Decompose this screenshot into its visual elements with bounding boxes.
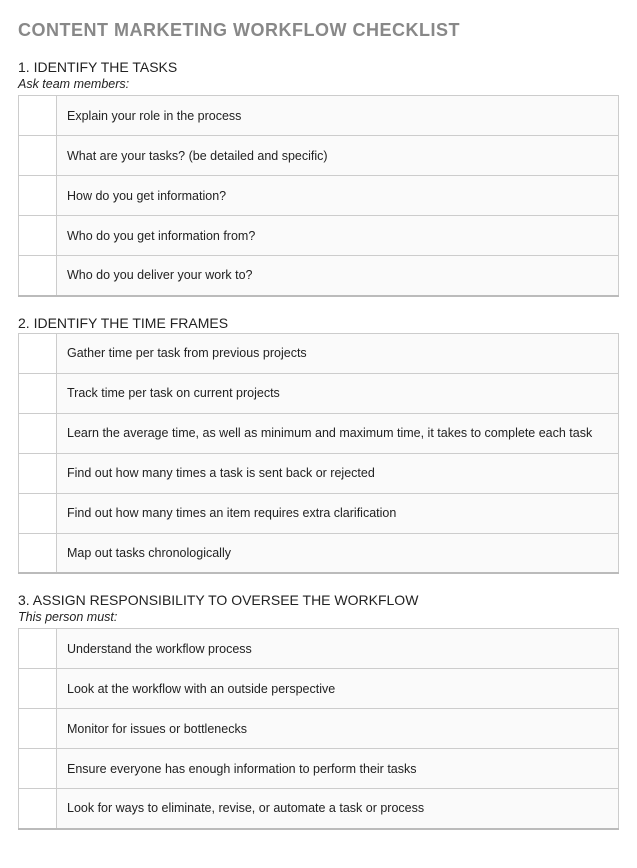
table-row: How do you get information? [19,176,619,216]
checkbox-cell[interactable] [19,533,57,573]
checklist-table: Gather time per task from previous proje… [18,333,619,575]
table-row: Explain your role in the process [19,96,619,136]
table-row: Look for ways to eliminate, revise, or a… [19,789,619,829]
checklist-item-text: Explain your role in the process [57,96,619,136]
section-heading: 1. IDENTIFY THE TASKS [18,59,619,75]
table-row: Learn the average time, as well as minim… [19,413,619,453]
checklist-item-text: Who do you get information from? [57,216,619,256]
table-row: Look at the workflow with an outside per… [19,669,619,709]
section: 3. ASSIGN RESPONSIBILITY TO OVERSEE THE … [18,592,619,830]
checklist-table: Understand the workflow processLook at t… [18,628,619,830]
checkbox-cell[interactable] [19,749,57,789]
checkbox-cell[interactable] [19,96,57,136]
checkbox-cell[interactable] [19,789,57,829]
checkbox-cell[interactable] [19,136,57,176]
table-row: What are your tasks? (be detailed and sp… [19,136,619,176]
checkbox-cell[interactable] [19,256,57,296]
checklist-item-text: Understand the workflow process [57,629,619,669]
section-heading: 2. IDENTIFY THE TIME FRAMES [18,315,619,331]
checklist-item-text: What are your tasks? (be detailed and sp… [57,136,619,176]
table-row: Find out how many times an item requires… [19,493,619,533]
checkbox-cell[interactable] [19,453,57,493]
table-row: Track time per task on current projects [19,373,619,413]
checklist-item-text: Ensure everyone has enough information t… [57,749,619,789]
checklist-item-text: Learn the average time, as well as minim… [57,413,619,453]
checklist-item-text: Track time per task on current projects [57,373,619,413]
table-row: Understand the workflow process [19,629,619,669]
checkbox-cell[interactable] [19,216,57,256]
table-row: Map out tasks chronologically [19,533,619,573]
section: 1. IDENTIFY THE TASKS Ask team members: Ex… [18,59,619,297]
table-row: Ensure everyone has enough information t… [19,749,619,789]
checkbox-cell[interactable] [19,176,57,216]
page-title: CONTENT MARKETING WORKFLOW CHECKLIST [18,20,619,41]
checklist-item-text: Monitor for issues or bottlenecks [57,709,619,749]
checklist-item-text: Who do you deliver your work to? [57,256,619,296]
checklist-table: Explain your role in the processWhat are… [18,95,619,297]
checklist-item-text: Look at the workflow with an outside per… [57,669,619,709]
table-row: Find out how many times a task is sent b… [19,453,619,493]
table-row: Who do you deliver your work to? [19,256,619,296]
checklist-item-text: Look for ways to eliminate, revise, or a… [57,789,619,829]
section-subheading: Ask team members: [18,77,619,91]
section-subheading: This person must: [18,610,619,624]
checkbox-cell[interactable] [19,413,57,453]
section-heading: 3. ASSIGN RESPONSIBILITY TO OVERSEE THE … [18,592,619,608]
checkbox-cell[interactable] [19,493,57,533]
section: 2. IDENTIFY THE TIME FRAMES Gather time p… [18,315,619,575]
checkbox-cell[interactable] [19,373,57,413]
table-row: Monitor for issues or bottlenecks [19,709,619,749]
checklist-item-text: How do you get information? [57,176,619,216]
table-row: Who do you get information from? [19,216,619,256]
checkbox-cell[interactable] [19,709,57,749]
checkbox-cell[interactable] [19,629,57,669]
checklist-item-text: Find out how many times an item requires… [57,493,619,533]
checklist-item-text: Gather time per task from previous proje… [57,333,619,373]
checklist-item-text: Find out how many times a task is sent b… [57,453,619,493]
checkbox-cell[interactable] [19,669,57,709]
table-row: Gather time per task from previous proje… [19,333,619,373]
checkbox-cell[interactable] [19,333,57,373]
checklist-item-text: Map out tasks chronologically [57,533,619,573]
